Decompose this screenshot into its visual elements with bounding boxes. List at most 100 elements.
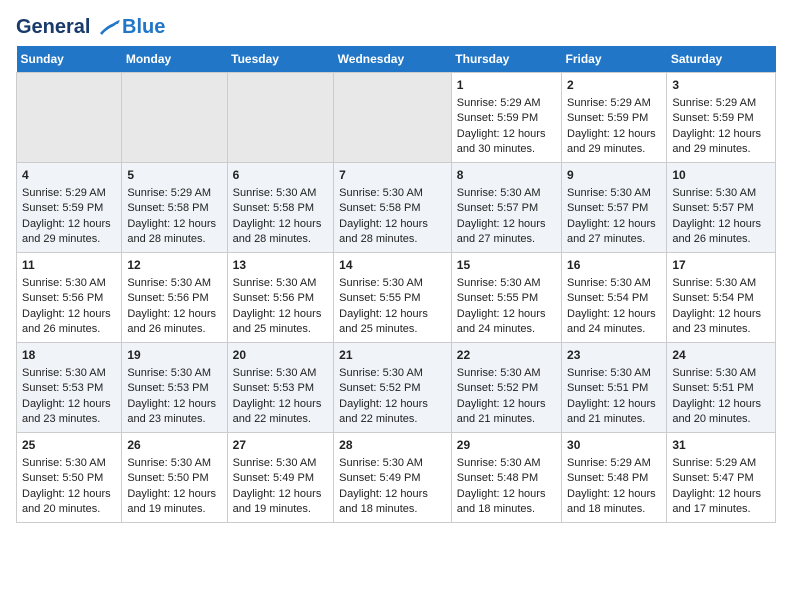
day-info: Sunset: 5:58 PM: [233, 201, 329, 216]
day-info: Sunset: 5:48 PM: [457, 471, 556, 486]
calendar-cell: 27Sunrise: 5:30 AMSunset: 5:49 PMDayligh…: [227, 433, 334, 523]
day-number: 10: [672, 167, 770, 184]
day-number: 22: [457, 347, 556, 364]
day-info: Sunset: 5:59 PM: [672, 111, 770, 126]
day-info: Daylight: 12 hours and 26 minutes.: [22, 307, 116, 338]
day-number: 12: [127, 257, 221, 274]
day-info: Sunset: 5:56 PM: [233, 291, 329, 306]
day-number: 18: [22, 347, 116, 364]
day-info: Sunrise: 5:29 AM: [22, 186, 116, 201]
page-header: General Blue: [16, 16, 776, 38]
day-number: 15: [457, 257, 556, 274]
day-number: 29: [457, 437, 556, 454]
day-info: Sunrise: 5:30 AM: [233, 456, 329, 471]
calendar-cell: 9 Sunrise: 5:30 AMSunset: 5:57 PMDaylight…: [562, 163, 667, 253]
calendar-cell: 18Sunrise: 5:30 AMSunset: 5:53 PMDayligh…: [17, 343, 122, 433]
day-info: Daylight: 12 hours and 28 minutes.: [127, 217, 221, 248]
calendar-cell: 26Sunrise: 5:30 AMSunset: 5:50 PMDayligh…: [122, 433, 227, 523]
calendar-cell: 31Sunrise: 5:29 AMSunset: 5:47 PMDayligh…: [667, 433, 776, 523]
day-info: Daylight: 12 hours and 24 minutes.: [457, 307, 556, 338]
day-number: 1: [457, 77, 556, 94]
day-number: 8: [457, 167, 556, 184]
calendar-cell: [227, 73, 334, 163]
day-info: Sunrise: 5:30 AM: [457, 366, 556, 381]
day-info: Sunrise: 5:29 AM: [567, 456, 661, 471]
day-info: Sunset: 5:50 PM: [127, 471, 221, 486]
day-info: Daylight: 12 hours and 23 minutes.: [672, 307, 770, 338]
day-info: Daylight: 12 hours and 18 minutes.: [339, 487, 446, 518]
day-info: Sunrise: 5:30 AM: [233, 276, 329, 291]
day-info: Daylight: 12 hours and 30 minutes.: [457, 127, 556, 158]
day-number: 5: [127, 167, 221, 184]
day-info: Sunset: 5:57 PM: [672, 201, 770, 216]
day-info: Daylight: 12 hours and 21 minutes.: [457, 397, 556, 428]
calendar-week-row: 18Sunrise: 5:30 AMSunset: 5:53 PMDayligh…: [17, 343, 776, 433]
day-info: Sunset: 5:50 PM: [22, 471, 116, 486]
day-number: 19: [127, 347, 221, 364]
calendar-cell: 3Sunrise: 5:29 AMSunset: 5:59 PMDaylight…: [667, 73, 776, 163]
calendar-week-row: 25Sunrise: 5:30 AMSunset: 5:50 PMDayligh…: [17, 433, 776, 523]
calendar-cell: 30Sunrise: 5:29 AMSunset: 5:48 PMDayligh…: [562, 433, 667, 523]
day-info: Sunrise: 5:30 AM: [233, 366, 329, 381]
calendar-week-row: 1Sunrise: 5:29 AMSunset: 5:59 PMDaylight…: [17, 73, 776, 163]
day-info: Sunrise: 5:29 AM: [672, 456, 770, 471]
day-info: Sunset: 5:57 PM: [567, 201, 661, 216]
day-info: Sunrise: 5:30 AM: [22, 366, 116, 381]
day-info: Sunrise: 5:30 AM: [672, 276, 770, 291]
day-info: Sunset: 5:53 PM: [22, 381, 116, 396]
day-info: Daylight: 12 hours and 22 minutes.: [233, 397, 329, 428]
day-number: 24: [672, 347, 770, 364]
day-number: 13: [233, 257, 329, 274]
day-info: Daylight: 12 hours and 27 minutes.: [567, 217, 661, 248]
calendar-cell: 24Sunrise: 5:30 AMSunset: 5:51 PMDayligh…: [667, 343, 776, 433]
day-number: 9: [567, 167, 661, 184]
logo-blue-text: Blue: [122, 16, 165, 38]
logo: General Blue: [16, 16, 165, 38]
day-info: Sunset: 5:51 PM: [567, 381, 661, 396]
column-header-tuesday: Tuesday: [227, 46, 334, 73]
day-info: Sunrise: 5:30 AM: [457, 276, 556, 291]
day-info: Daylight: 12 hours and 22 minutes.: [339, 397, 446, 428]
day-number: 23: [567, 347, 661, 364]
day-info: Sunrise: 5:30 AM: [339, 276, 446, 291]
day-info: Sunrise: 5:30 AM: [567, 186, 661, 201]
calendar-cell: 11Sunrise: 5:30 AMSunset: 5:56 PMDayligh…: [17, 253, 122, 343]
day-info: Daylight: 12 hours and 23 minutes.: [127, 397, 221, 428]
calendar-cell: 6Sunrise: 5:30 AMSunset: 5:58 PMDaylight…: [227, 163, 334, 253]
logo-bird-icon: [98, 19, 120, 37]
day-info: Sunrise: 5:29 AM: [567, 96, 661, 111]
day-number: 7: [339, 167, 446, 184]
day-info: Sunset: 5:57 PM: [457, 201, 556, 216]
day-info: Daylight: 12 hours and 18 minutes.: [567, 487, 661, 518]
calendar-cell: [334, 73, 452, 163]
day-number: 2: [567, 77, 661, 94]
day-number: 16: [567, 257, 661, 274]
day-info: Sunset: 5:56 PM: [127, 291, 221, 306]
day-info: Sunset: 5:59 PM: [457, 111, 556, 126]
calendar-cell: 22 Sunrise: 5:30 AMSunset: 5:52 PMDayligh…: [451, 343, 561, 433]
column-header-wednesday: Wednesday: [334, 46, 452, 73]
day-info: Sunset: 5:51 PM: [672, 381, 770, 396]
day-info: Daylight: 12 hours and 26 minutes.: [127, 307, 221, 338]
day-number: 25: [22, 437, 116, 454]
day-info: Sunset: 5:53 PM: [233, 381, 329, 396]
day-info: Sunrise: 5:30 AM: [22, 276, 116, 291]
day-info: Daylight: 12 hours and 19 minutes.: [127, 487, 221, 518]
day-info: Daylight: 12 hours and 18 minutes.: [457, 487, 556, 518]
calendar-cell: 15Sunrise: 5:30 AMSunset: 5:55 PMDayligh…: [451, 253, 561, 343]
day-info: Sunrise: 5:30 AM: [457, 186, 556, 201]
calendar-week-row: 4Sunrise: 5:29 AMSunset: 5:59 PMDaylight…: [17, 163, 776, 253]
logo-text: General: [16, 16, 120, 38]
day-info: Sunset: 5:52 PM: [457, 381, 556, 396]
day-info: Sunrise: 5:30 AM: [233, 186, 329, 201]
day-info: Daylight: 12 hours and 17 minutes.: [672, 487, 770, 518]
day-info: Sunrise: 5:29 AM: [457, 96, 556, 111]
day-info: Sunrise: 5:29 AM: [127, 186, 221, 201]
day-number: 14: [339, 257, 446, 274]
day-info: Sunset: 5:59 PM: [22, 201, 116, 216]
day-info: Sunset: 5:58 PM: [127, 201, 221, 216]
day-info: Sunset: 5:49 PM: [339, 471, 446, 486]
day-info: Sunrise: 5:30 AM: [567, 366, 661, 381]
day-number: 27: [233, 437, 329, 454]
calendar-header-row: SundayMondayTuesdayWednesdayThursdayFrid…: [17, 46, 776, 73]
